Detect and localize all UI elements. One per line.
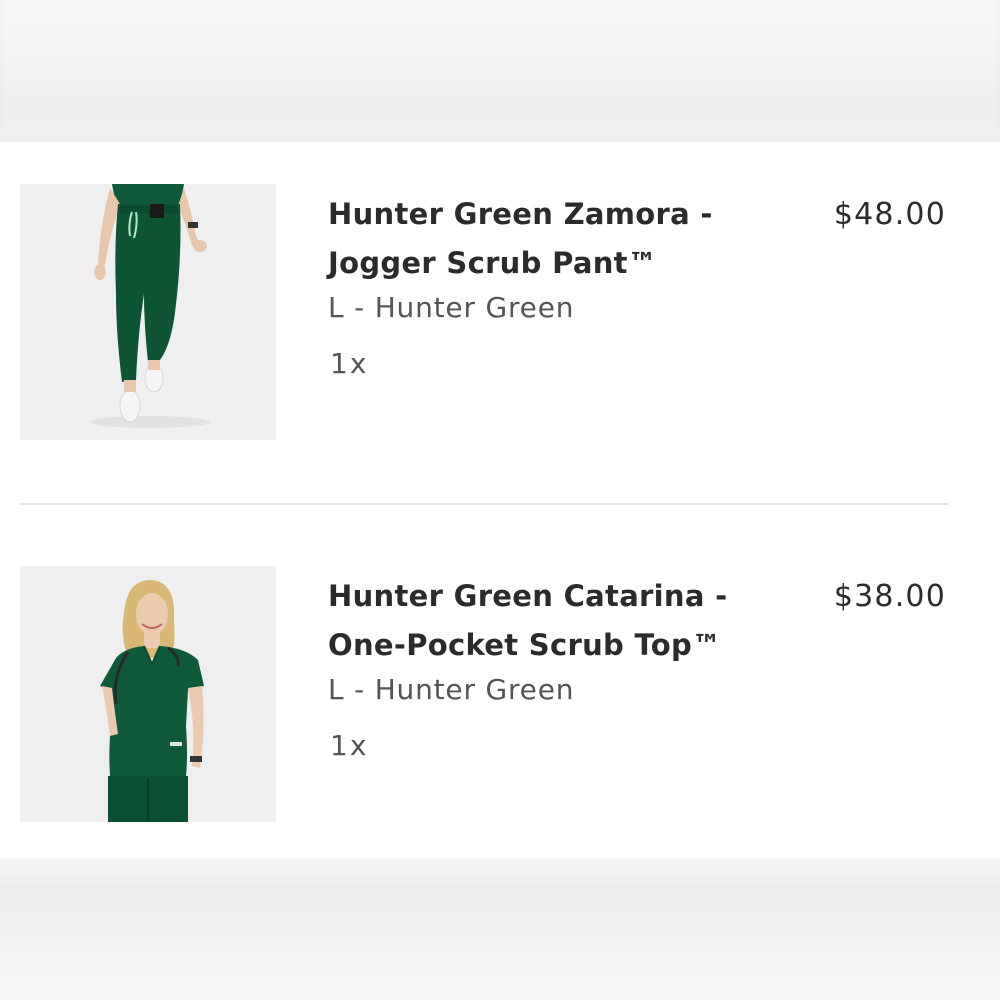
cart-item[interactable]: Hunter Green Catarina - One-Pocket Scrub… (20, 566, 950, 824)
jogger-pant-photo-icon (20, 184, 276, 440)
product-image-scrub-top[interactable] (20, 566, 276, 822)
cart-item[interactable]: Hunter Green Zamora - Jogger Scrub Pant™… (20, 184, 950, 442)
item-divider (20, 503, 949, 505)
cart-items-list: Hunter Green Zamora - Jogger Scrub Pant™… (0, 142, 1000, 858)
product-title-line-1: Hunter Green Zamora - (328, 197, 713, 231)
product-title-line-2: One-Pocket Scrub Top™ (328, 628, 722, 662)
product-variant: L - Hunter Green (328, 291, 575, 324)
product-price: $48.00 (833, 197, 946, 232)
product-quantity: 1x (330, 729, 369, 762)
product-title[interactable]: Hunter Green Catarina - One-Pocket Scrub… (328, 572, 778, 670)
product-variant: L - Hunter Green (328, 673, 575, 706)
scrub-top-photo-icon (20, 566, 276, 822)
product-title-line-2: Jogger Scrub Pant™ (328, 246, 658, 280)
page: Hunter Green Zamora - Jogger Scrub Pant™… (0, 0, 1000, 1000)
product-price: $38.00 (833, 579, 946, 614)
product-title-line-1: Hunter Green Catarina - (328, 579, 728, 613)
product-title[interactable]: Hunter Green Zamora - Jogger Scrub Pant™ (328, 190, 778, 288)
blurred-background-top (0, 0, 1000, 142)
product-quantity: 1x (330, 347, 369, 380)
product-image-jogger-pant[interactable] (20, 184, 276, 440)
blurred-background-bottom (0, 858, 1000, 1000)
